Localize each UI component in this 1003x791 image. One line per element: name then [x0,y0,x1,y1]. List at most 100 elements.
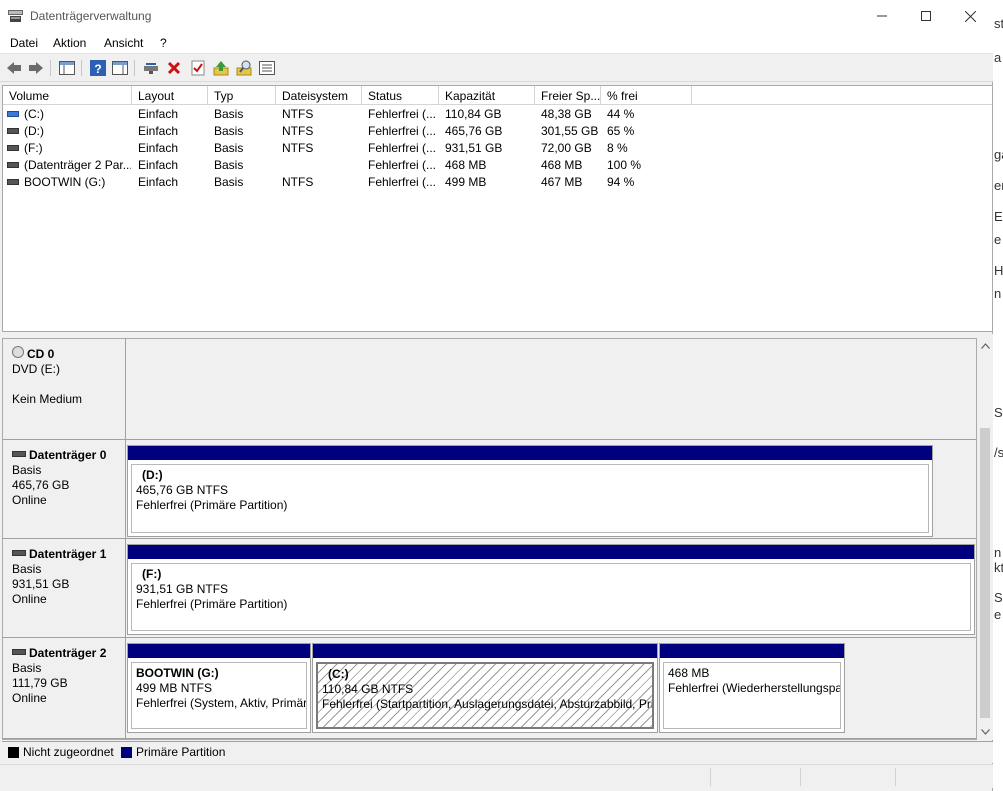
disk-type: Basis [12,661,42,675]
volume-icon [7,161,19,168]
disk-label-2[interactable]: Datenträger 2 Basis 111,79 GB Online [3,638,126,738]
connect-button[interactable] [142,59,160,77]
menu-aktion[interactable]: Aktion [53,36,86,50]
search-button[interactable] [235,59,253,77]
help-button[interactable]: ? [89,59,107,77]
maximize-icon [921,11,931,21]
disk-size: 111,79 GB [12,676,68,690]
minimize-button[interactable] [859,0,905,32]
partition-info: 468 MB Fehlerfrei (Wiederherstellungspa [663,662,841,729]
check-icon [191,60,205,76]
column-header-volume[interactable]: Volume [3,86,132,105]
legend-swatch-primary [121,747,132,758]
chevron-up-icon [980,343,990,349]
disk-label-cd0[interactable]: CD 0 DVD (E:) Kein Medium [3,339,126,439]
disk-icon [12,450,26,457]
scroll-up-button[interactable] [977,338,993,354]
volume-capacity: 931,51 GB [445,141,503,155]
scroll-down-button[interactable] [977,724,993,740]
partition-bootwin[interactable]: BOOTWIN (G:) 499 MB NTFS Fehlerfrei (Sys… [127,643,311,733]
partition-size: 468 MB [668,666,710,680]
volume-row[interactable]: (D:) Einfach Basis NTFS Fehlerfrei (... … [3,123,992,140]
console-tree-button[interactable] [58,59,76,77]
menu-datei[interactable]: Datei [10,36,38,50]
back-button[interactable] [5,59,23,77]
toolbar-separator [81,60,82,76]
details-button[interactable] [258,59,276,77]
legend: Nicht zugeordnet Primäre Partition [2,741,993,763]
column-header-dateisystem[interactable]: Dateisystem [276,86,362,105]
disk-label-1[interactable]: Datenträger 1 Basis 931,51 GB Online [3,539,126,637]
volume-row[interactable]: (C:) Einfach Basis NTFS Fehlerfrei (... … [3,106,992,123]
disk-name: Datenträger 2 [29,646,107,660]
connect-icon [144,63,158,74]
import-button[interactable] [212,59,230,77]
disk-row-1: Datenträger 1 Basis 931,51 GB Online (F:… [3,539,976,638]
volume-percent-free: 94 % [607,175,635,189]
volume-icon [7,127,19,134]
partition-size: 110,84 GB NTFS [322,682,414,696]
column-header-typ[interactable]: Typ [208,86,276,105]
menu-ansicht[interactable]: Ansicht [104,36,143,50]
partition-f[interactable]: (F:) 931,51 GB NTFS Fehlerfrei (Primäre … [127,544,975,635]
properties-pane-icon [112,61,128,75]
volume-row[interactable]: BOOTWIN (G:) Einfach Basis NTFS Fehlerfr… [3,174,992,191]
disk-row-0: Datenträger 0 Basis 465,76 GB Online (D:… [3,440,976,539]
column-header-prozent-frei[interactable]: % frei [601,86,692,105]
minimize-icon [877,15,887,17]
volume-name: (F:) [7,141,131,155]
partition-size: 465,76 GB NTFS [136,483,229,497]
volume-icon [7,144,19,151]
partition-status: Fehlerfrei (Startpartition, Auslagerungs… [322,697,654,711]
volume-layout: Einfach [138,158,179,172]
status-separator [895,768,896,786]
volume-list-header: Volume Layout Typ Dateisystem Status Kap… [3,86,992,105]
close-button[interactable] [947,0,993,32]
svg-text:?: ? [94,62,101,76]
volume-free-space: 468 MB [541,158,583,172]
menu-help[interactable]: ? [160,36,167,50]
partition-d[interactable]: (D:) 465,76 GB NTFS Fehlerfrei (Primäre … [127,445,933,537]
title-bar[interactable]: Datenträgerverwaltung [0,0,993,32]
volume-status: Fehlerfrei (... [368,107,437,121]
volume-row[interactable]: (Datenträger 2 Par... Einfach Basis Fehl… [3,157,992,174]
column-header-status[interactable]: Status [362,86,439,105]
volume-layout: Einfach [138,141,179,155]
column-header-kapazitaet[interactable]: Kapazität [439,86,535,105]
forward-button[interactable] [27,59,45,77]
chevron-down-icon [980,729,990,735]
volume-row[interactable]: (F:) Einfach Basis NTFS Fehlerfrei (... … [3,140,992,157]
disk-graphical-view: CD 0 DVD (E:) Kein Medium Datenträger 0 … [2,338,977,740]
disk-icon [12,549,26,556]
volume-layout: Einfach [138,107,179,121]
partition-status: Fehlerfrei (Wiederherstellungspa [668,681,841,695]
partition-c[interactable]: (C:) 110,84 GB NTFS Fehlerfrei (Startpar… [312,643,658,733]
volume-layout: Einfach [138,124,179,138]
graph-vertical-scrollbar[interactable] [977,338,993,740]
search-icon [236,60,252,76]
back-icon [7,62,21,74]
delete-button[interactable] [165,59,183,77]
disk-name: CD 0 [27,347,55,361]
scroll-thumb[interactable] [980,428,990,718]
toolbar-separator [134,60,135,76]
primary-partition-bar [128,446,932,460]
volume-filesystem: NTFS [282,107,314,121]
properties-pane-button[interactable] [111,59,129,77]
partition-status: Fehlerfrei (Primäre Partition) [136,597,288,611]
column-header-freier-speicher[interactable]: Freier Sp... [535,86,601,105]
volume-filesystem: NTFS [282,175,314,189]
partition-recovery[interactable]: 468 MB Fehlerfrei (Wiederherstellungspa [659,643,845,733]
volume-free-space: 301,55 GB [541,124,599,138]
volume-percent-free: 100 % [607,158,642,172]
app-icon [8,10,23,22]
status-bar [0,764,993,788]
maximize-button[interactable] [903,0,949,32]
disk-label-0[interactable]: Datenträger 0 Basis 465,76 GB Online [3,440,126,538]
help-icon: ? [90,60,106,76]
column-header-layout[interactable]: Layout [132,86,208,105]
volume-name: (D:) [7,124,131,138]
check-button[interactable] [189,59,207,77]
disk-state: Online [12,691,47,705]
primary-partition-bar [660,644,844,658]
